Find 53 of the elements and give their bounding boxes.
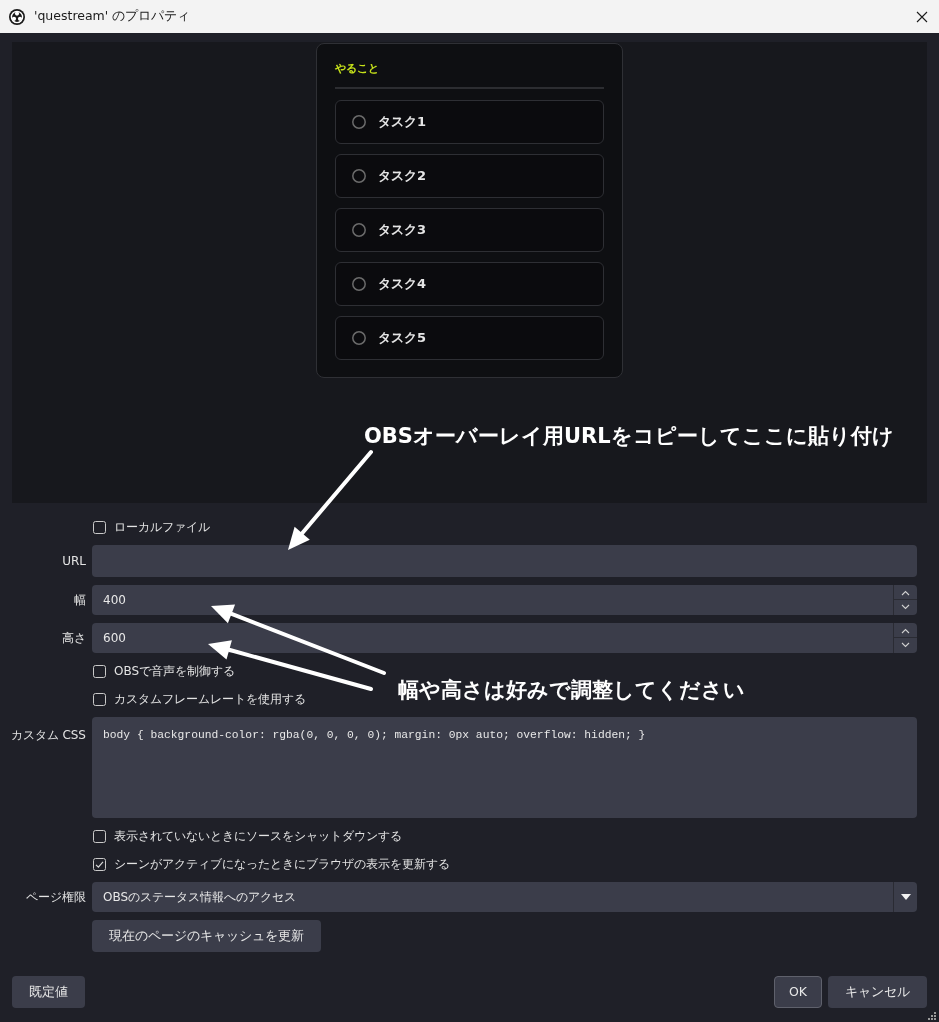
chevron-down-icon[interactable] [901,604,910,611]
close-icon[interactable] [916,10,928,23]
task-label: タスク1 [378,113,427,132]
task-label: タスク4 [378,275,427,294]
dropdown-select[interactable]: OBSのステータス情報へのアクセス [92,882,917,912]
app-logo-icon [9,8,25,25]
spin-buttons[interactable] [893,585,917,615]
chevron-down-icon[interactable] [901,642,910,649]
checkbox[interactable] [93,520,106,534]
task-item[interactable]: タスク4 [335,262,604,306]
task-label: タスク2 [378,167,427,186]
refresh-cache-button[interactable]: 現在のページのキャッシュを更新 [92,920,321,952]
radio-circle-icon[interactable] [352,223,366,237]
checkbox-label: カスタムフレームレートを使用する [114,691,306,708]
widget-title: やること [335,61,604,89]
task-item[interactable]: タスク1 [335,100,604,144]
field-label: URL [61,553,86,570]
defaults-button[interactable]: 既定値 [12,976,85,1008]
radio-circle-icon[interactable] [352,169,366,183]
cancel-button[interactable]: キャンセル [828,976,927,1008]
field-label: 幅 [73,592,86,609]
task-label: タスク3 [378,221,427,240]
caret-down-icon[interactable] [900,894,911,900]
radio-circle-icon[interactable] [352,277,366,291]
task-label: タスク5 [378,329,427,348]
field-label: カスタム CSS [9,727,86,744]
checkbox-label: ローカルファイル [114,519,210,536]
task-item[interactable]: タスク3 [335,208,604,252]
code-text-area[interactable]: body { background-color: rgba(0, 0, 0, 0); margin: 0px auto; overflow: hidden; } [92,717,917,818]
checkbox[interactable] [93,692,106,706]
annotation-text: 幅や高さは好みで調整してください [398,678,745,704]
checkbox[interactable] [93,857,106,871]
field-label: ページ権限 [25,889,86,906]
field-label: 高さ [61,630,86,647]
chevron-up-icon[interactable] [901,589,910,596]
resize-grip-icon[interactable] [928,1012,936,1020]
checkbox-label: シーンがアクティブになったときにブラウザの表示を更新する [114,856,450,873]
number-input-field[interactable]: 600 [92,623,893,653]
chevron-up-icon[interactable] [901,627,910,634]
spin-buttons[interactable] [893,623,917,653]
ok-button[interactable]: OK [773,976,822,1008]
task-item[interactable]: タスク5 [335,316,604,360]
text-input-field[interactable] [92,545,917,577]
number-input-field[interactable]: 400 [92,585,893,615]
checkbox[interactable] [93,664,106,678]
radio-circle-icon[interactable] [352,331,366,345]
checkbox[interactable] [93,829,106,843]
checkbox-label: 表示されていないときにソースをシャットダウンする [114,828,402,845]
radio-circle-icon[interactable] [352,115,366,129]
checkbox-label: OBSで音声を制御する [114,663,236,680]
task-item[interactable]: タスク2 [335,154,604,198]
window-title: 'questream' のプロパティ [34,7,192,26]
annotation-text: OBSオーバーレイ用URLをコピーしてここに貼り付け [364,424,894,450]
